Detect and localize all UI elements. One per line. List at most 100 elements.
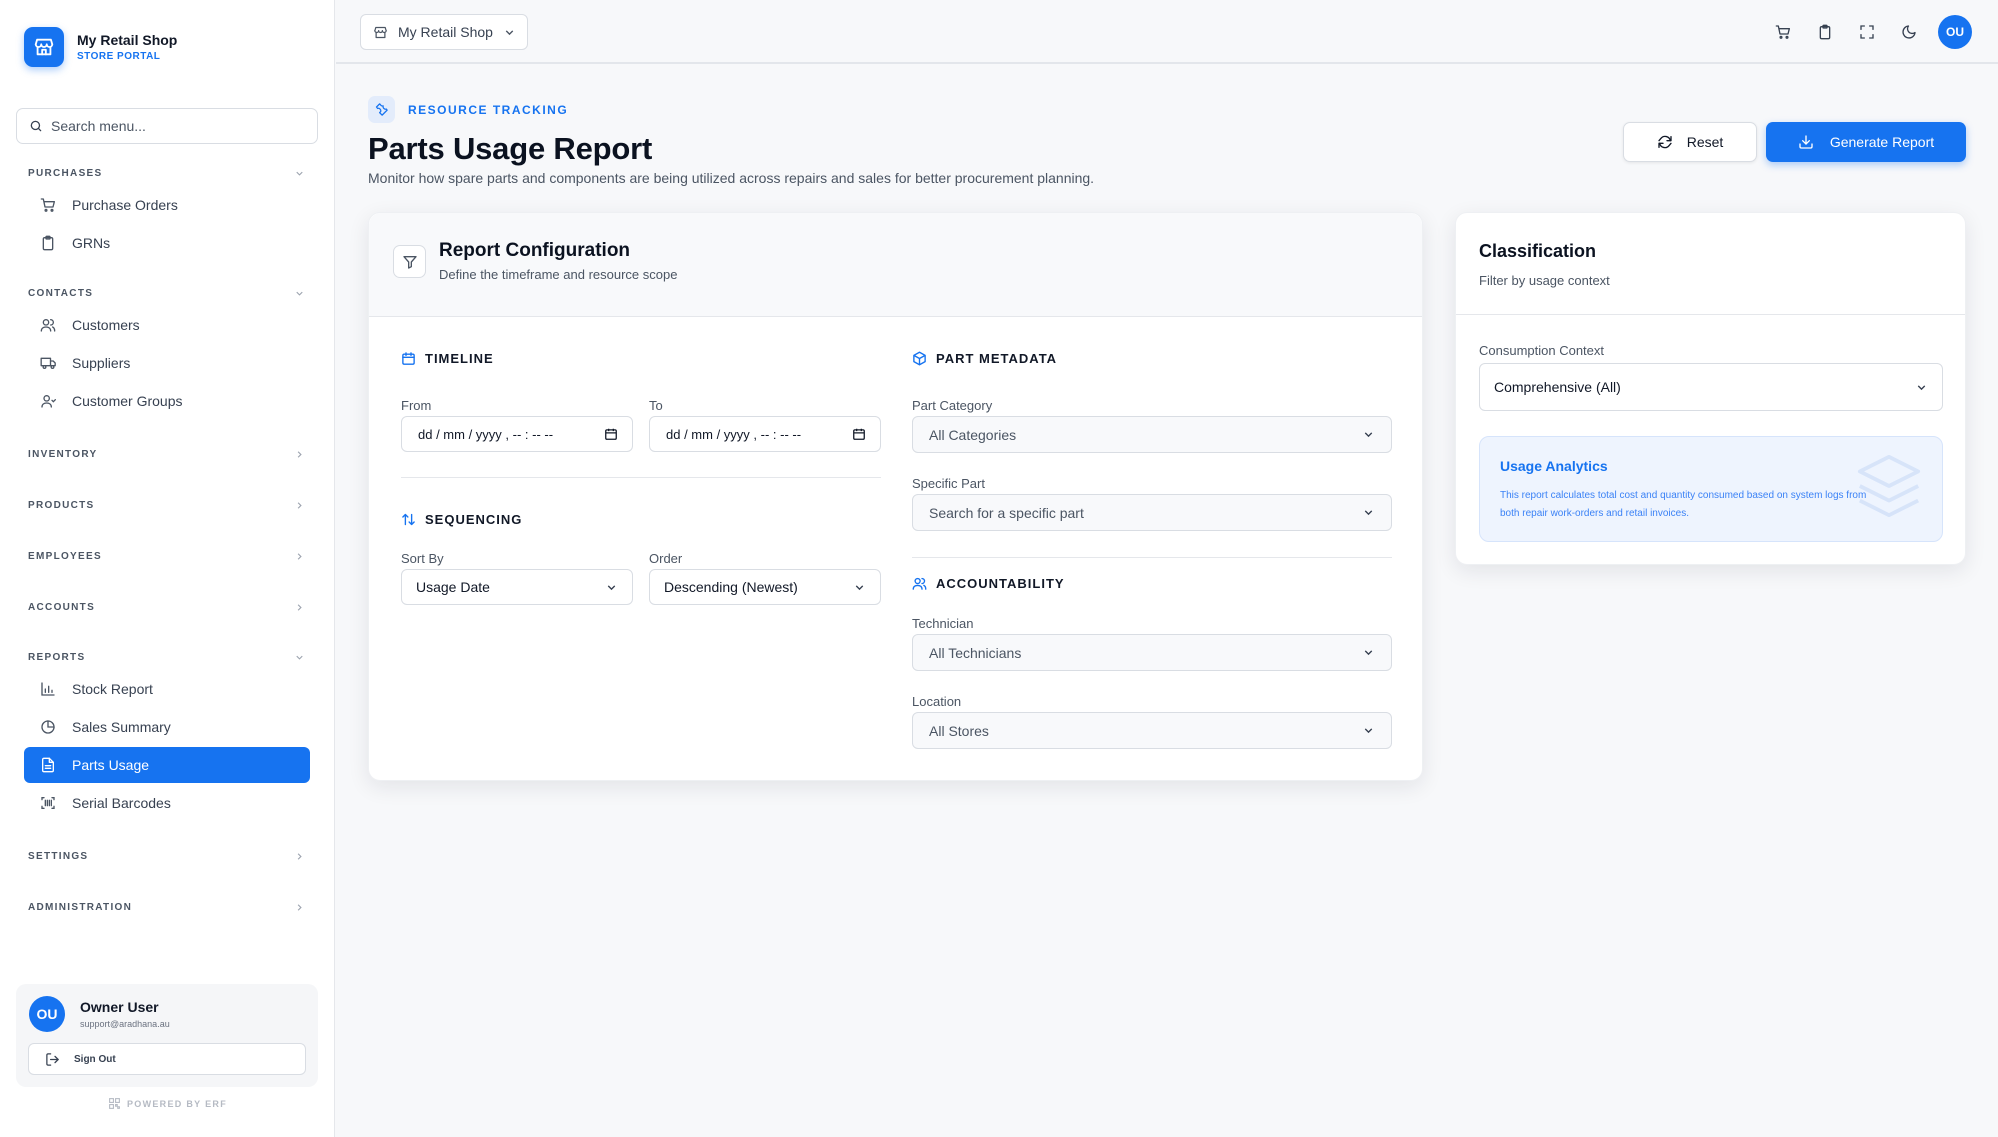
- consumption-context-select[interactable]: Comprehensive (All): [1479, 363, 1943, 411]
- from-date-input[interactable]: dd / mm / yyyy , -- : -- --: [401, 416, 633, 452]
- sidebar-item-sales-summary[interactable]: Sales Summary: [24, 709, 310, 745]
- chevron-right-icon: [294, 902, 305, 913]
- order-label: Order: [649, 551, 683, 566]
- avatar[interactable]: OU: [1938, 15, 1972, 49]
- nav-section-label: EMPLOYEES: [28, 551, 102, 562]
- sidebar-item-label: Customers: [72, 317, 140, 333]
- nav-section-administration[interactable]: ADMINISTRATION: [0, 882, 335, 933]
- consumption-context-label: Consumption Context: [1479, 343, 1605, 358]
- location-select[interactable]: All Stores: [912, 712, 1392, 749]
- shop-select-label: My Retail Shop: [398, 24, 493, 40]
- eyebrow-label: RESOURCE TRACKING: [408, 102, 569, 117]
- sidebar-item-stock-report[interactable]: Stock Report: [24, 671, 310, 707]
- chevron-down-icon: [853, 581, 866, 594]
- barcode-scan-icon: [40, 795, 58, 811]
- analytics-text: This report calculates total cost and qu…: [1500, 490, 1867, 519]
- nav-section-inventory[interactable]: INVENTORY: [0, 429, 335, 480]
- generate-report-button[interactable]: Generate Report: [1766, 122, 1966, 162]
- fullscreen-icon[interactable]: [1846, 15, 1888, 49]
- sign-out-icon: [45, 1052, 60, 1067]
- section-part-metadata: PART METADATA: [912, 351, 1057, 366]
- chevron-down-icon: [1362, 506, 1375, 519]
- avatar[interactable]: OU: [29, 996, 65, 1032]
- technician-value: All Technicians: [929, 644, 1022, 661]
- page-eyebrow: RESOURCE TRACKING: [368, 96, 568, 123]
- page-title: Parts Usage Report: [368, 131, 653, 166]
- card-header: Report Configuration Define the timefram…: [369, 213, 1422, 317]
- report-configuration-card: Report Configuration Define the timefram…: [368, 212, 1423, 781]
- sort-by-select[interactable]: Usage Date: [401, 569, 633, 605]
- chevron-down-icon: [294, 288, 305, 299]
- section-title: TIMELINE: [425, 351, 494, 366]
- nav-section-label: ACCOUNTS: [28, 602, 96, 613]
- sidebar-item-purchase-orders[interactable]: Purchase Orders: [24, 187, 310, 223]
- order-value: Descending (Newest): [664, 579, 798, 595]
- nav-section-contacts[interactable]: CONTACTS: [0, 275, 335, 305]
- chevron-down-icon: [1915, 381, 1928, 394]
- calendar-icon[interactable]: [604, 427, 618, 441]
- nav-section-purchases[interactable]: PURCHASES: [0, 155, 335, 185]
- chevron-down-icon: [1362, 646, 1375, 659]
- sidebar-item-label: Customer Groups: [72, 393, 183, 409]
- from-date-value: dd / mm / yyyy , -- : -- --: [418, 426, 554, 442]
- section-title: SEQUENCING: [425, 512, 523, 527]
- sidebar-item-label: Stock Report: [72, 681, 153, 697]
- to-date-input[interactable]: dd / mm / yyyy , -- : -- --: [649, 416, 881, 452]
- user-card: OU Owner User support@aradhana.au Sign O…: [16, 984, 318, 1087]
- shop-select[interactable]: My Retail Shop: [360, 14, 528, 50]
- section-timeline: TIMELINE: [401, 351, 494, 366]
- order-select[interactable]: Descending (Newest): [649, 569, 881, 605]
- divider: [912, 557, 1392, 558]
- search-box[interactable]: [16, 108, 318, 144]
- nav-section-label: SETTINGS: [28, 851, 89, 862]
- topbar-actions: OU: [1762, 15, 1972, 49]
- sidebar-item-customer-groups[interactable]: Customer Groups: [24, 383, 310, 419]
- clipboard-icon[interactable]: [1804, 15, 1846, 49]
- sidebar-item-grns[interactable]: GRNs: [24, 225, 310, 261]
- sidebar-nav: PURCHASES Purchase Orders GRNs CONTACTS …: [0, 155, 335, 933]
- chevron-down-icon: [503, 26, 516, 39]
- page-description: Monitor how spare parts and components a…: [368, 170, 1095, 186]
- divider: [401, 477, 881, 478]
- nav-section-settings[interactable]: SETTINGS: [0, 831, 335, 882]
- chevron-down-icon: [294, 168, 305, 179]
- nav-section-employees[interactable]: EMPLOYEES: [0, 531, 335, 582]
- calendar-icon[interactable]: [852, 427, 866, 441]
- qr-code-icon: [108, 1097, 121, 1110]
- chevron-down-icon: [605, 581, 618, 594]
- sidebar-item-customers[interactable]: Customers: [24, 307, 310, 343]
- nav-section-reports[interactable]: REPORTS: [0, 639, 335, 669]
- layers-icon: [1854, 451, 1924, 521]
- sidebar-item-parts-usage[interactable]: Parts Usage: [24, 747, 310, 783]
- from-label: From: [401, 398, 432, 413]
- brand-subtitle: STORE PORTAL: [77, 51, 161, 62]
- technician-select[interactable]: All Technicians: [912, 634, 1392, 671]
- card-subtitle: Filter by usage context: [1479, 273, 1610, 288]
- sign-out-button[interactable]: Sign Out: [28, 1043, 306, 1075]
- truck-icon: [40, 355, 58, 371]
- calendar-icon: [401, 351, 416, 366]
- location-value: All Stores: [929, 722, 989, 739]
- brand[interactable]: My Retail Shop STORE PORTAL: [24, 27, 177, 67]
- specific-part-select[interactable]: Search for a specific part: [912, 494, 1392, 531]
- reset-button[interactable]: Reset: [1623, 122, 1757, 162]
- nav-section-label: REPORTS: [28, 651, 86, 663]
- nav-section-label: PRODUCTS: [28, 500, 95, 511]
- moon-icon[interactable]: [1888, 15, 1930, 49]
- powered-by-text: POWERED BY ERF: [126, 1098, 228, 1109]
- sidebar-item-serial-barcodes[interactable]: Serial Barcodes: [24, 785, 310, 821]
- search-input[interactable]: [51, 118, 291, 134]
- nav-section-products[interactable]: PRODUCTS: [0, 480, 335, 531]
- sidebar-item-suppliers[interactable]: Suppliers: [24, 345, 310, 381]
- sidebar-item-label: Purchase Orders: [72, 197, 178, 213]
- nav-section-accounts[interactable]: ACCOUNTS: [0, 582, 335, 633]
- usage-analytics-panel: Usage Analytics This report calculates t…: [1479, 436, 1943, 542]
- reset-label: Reset: [1686, 134, 1724, 150]
- to-label: To: [649, 398, 663, 413]
- chevron-right-icon: [294, 551, 305, 562]
- sidebar-item-label: Sales Summary: [72, 719, 171, 735]
- sidebar-item-label: Suppliers: [72, 355, 131, 371]
- cart-icon[interactable]: [1762, 15, 1804, 49]
- users-icon: [40, 317, 58, 333]
- part-category-select[interactable]: All Categories: [912, 416, 1392, 453]
